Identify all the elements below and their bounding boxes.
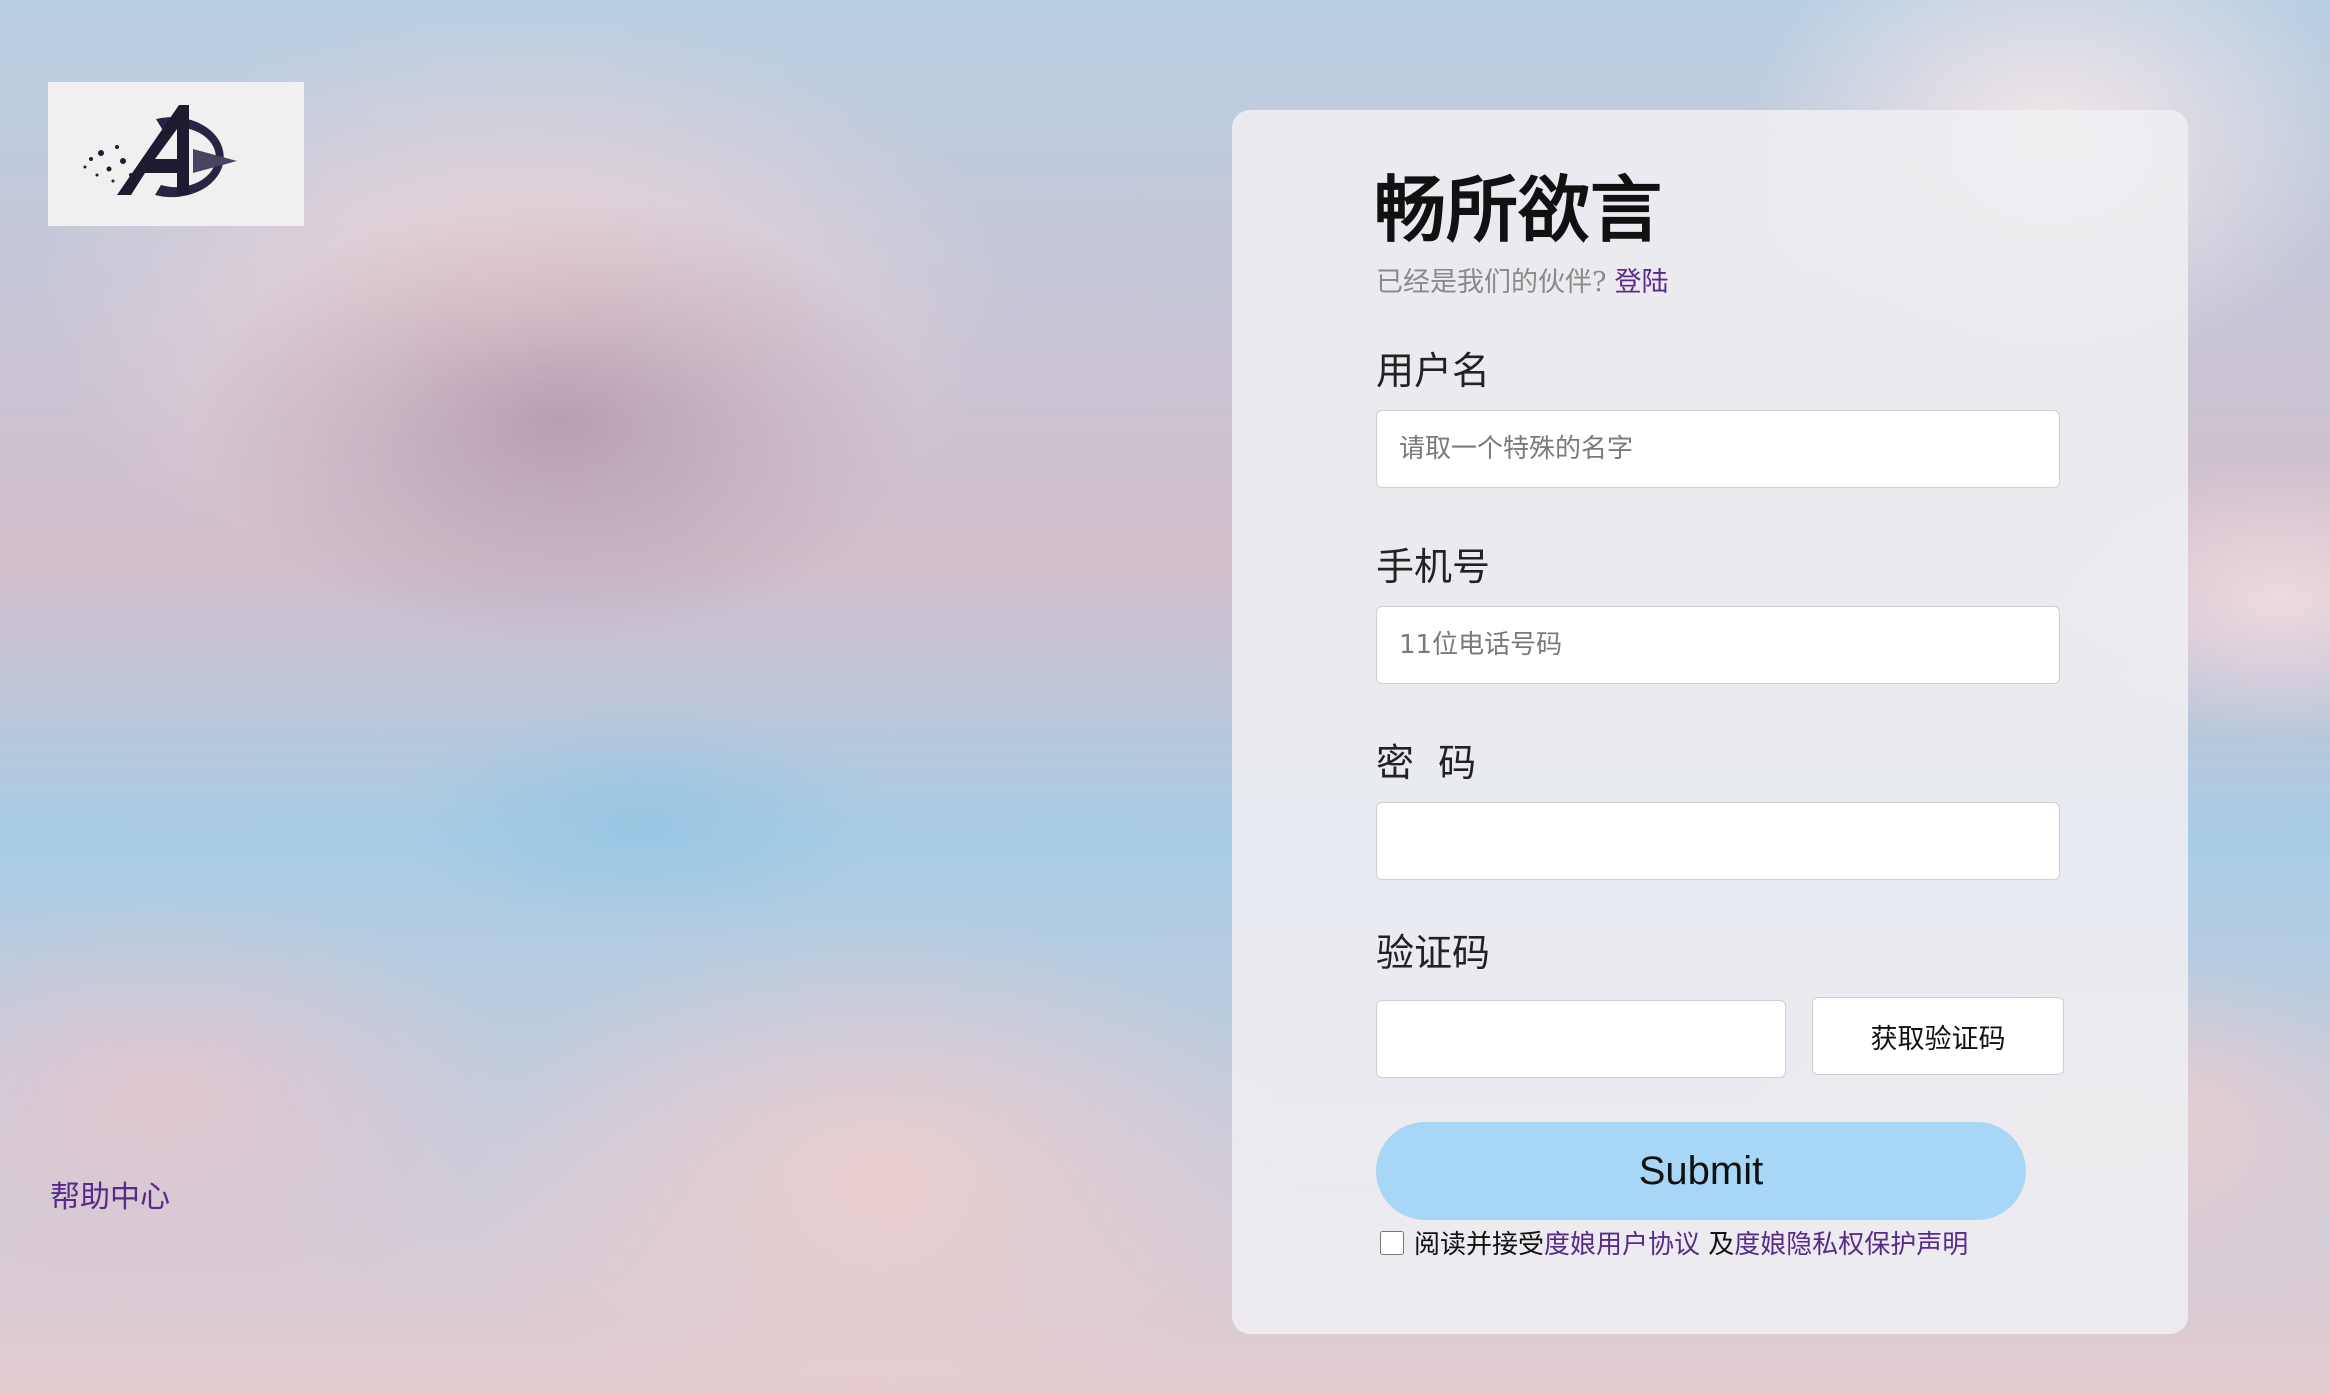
logo <box>48 82 304 226</box>
user-agreement-link[interactable]: 度娘用户协议 <box>1544 1224 1700 1261</box>
privacy-policy-link[interactable]: 度娘隐私权保护声明 <box>1734 1224 1968 1261</box>
register-card: 畅所欲言 已经是我们的伙伴?登陆 用户名 手机号 密 码 验证码 获取验证码 S… <box>1232 110 2188 1334</box>
agreement-prefix: 阅读并接受 <box>1414 1230 1545 1260</box>
get-code-button[interactable]: 获取验证码 <box>1812 997 2064 1075</box>
username-label: 用户名 <box>1376 349 1491 393</box>
login-link[interactable]: 登陆 <box>1614 267 1668 298</box>
verification-code-input[interactable] <box>1376 1000 1786 1078</box>
agreement-row: 阅读并接受 度娘用户协议 及度娘隐私权保护声明 <box>1380 1224 1968 1261</box>
agreement-checkbox[interactable] <box>1380 1230 1404 1255</box>
page-title: 畅所欲言 <box>1374 167 1663 252</box>
login-prompt: 已经是我们的伙伴? 登陆 <box>1376 260 1668 299</box>
username-input[interactable] <box>1376 410 2060 488</box>
verification-code-label: 验证码 <box>1376 931 1491 975</box>
phone-input[interactable] <box>1376 606 2060 684</box>
password-label: 密 码 <box>1376 741 1477 785</box>
avengers-a-logo-icon <box>83 105 237 198</box>
phone-label: 手机号 <box>1376 545 1491 589</box>
agreement-middle: 及 <box>1700 1230 1735 1260</box>
password-input[interactable] <box>1376 802 2060 880</box>
login-prompt-text: 已经是我们的伙伴? <box>1376 267 1607 298</box>
help-center-link[interactable]: 帮助中心 <box>50 1172 170 1216</box>
submit-button[interactable]: Submit <box>1376 1122 2026 1220</box>
